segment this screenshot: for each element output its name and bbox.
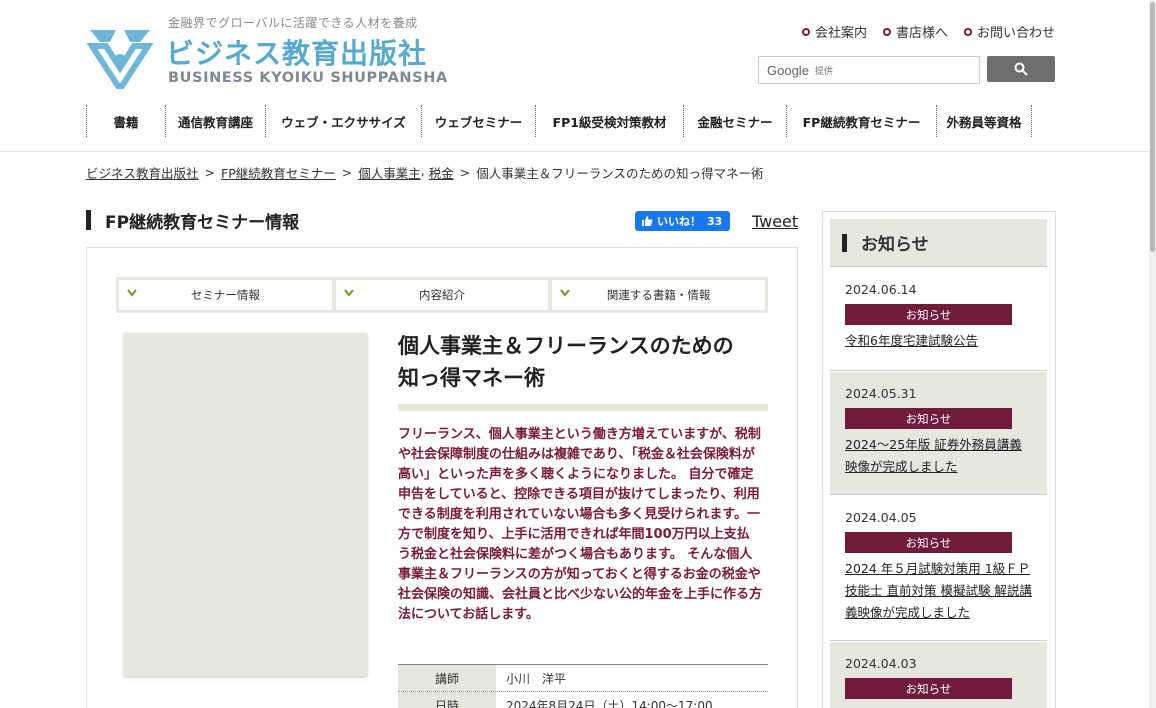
search-icon — [1014, 62, 1028, 76]
list-item: 2024.04.05 お知らせ 2024 年５月試験対策用 1級ＦＰ技能士 直前… — [830, 496, 1047, 641]
scrollbar-thumb[interactable] — [1150, 2, 1155, 252]
tab-related[interactable]: 関連する書籍・情報 — [552, 280, 766, 310]
sidebar-heading: お知らせ — [830, 219, 1047, 267]
tab-seminar-info[interactable]: セミナー情報 — [119, 280, 332, 310]
nav-item-fp-seminar[interactable]: FP継続教育セミナー — [786, 105, 936, 137]
tab-contents[interactable]: 内容紹介 — [335, 280, 549, 310]
top-links: 会社案内 書店様へ お問い合わせ — [801, 22, 1055, 41]
search-input[interactable]: Google 提供 — [758, 56, 980, 84]
search-button[interactable] — [987, 56, 1055, 82]
bookstore-link-label: 書店様へ — [895, 26, 948, 41]
company-link-label: 会社案内 — [814, 26, 867, 41]
news-date: 2024.06.14 — [845, 282, 917, 297]
breadcrumb-separator: > — [459, 165, 471, 180]
seminar-tabs: セミナー情報 内容紹介 関連する書籍・情報 — [116, 277, 768, 313]
list-item: 2024.06.14 お知らせ 令和6年度宅建試験公告 — [830, 268, 1047, 371]
tweet-link[interactable]: Tweet — [752, 212, 798, 231]
list-item: 2024.04.03 お知らせ — [830, 642, 1047, 708]
info-value: 小川 洋平 — [506, 671, 567, 686]
logo-icon[interactable] — [86, 24, 154, 92]
breadcrumb-tax[interactable]: 税金 — [429, 163, 454, 182]
chevron-down-icon — [343, 289, 354, 297]
heading-bar — [842, 233, 847, 252]
brand-name-en[interactable]: BUSINESS KYOIKU SHUPPANSHA — [168, 70, 448, 86]
news-badge: お知らせ — [845, 408, 1012, 429]
breadcrumb-fp-seminar[interactable]: FP継続教育セミナー — [221, 163, 336, 182]
nav-item-finance-seminar[interactable]: 金融セミナー — [683, 105, 786, 137]
bullet-icon — [801, 27, 810, 36]
google-label: Google — [767, 62, 809, 78]
news-link[interactable]: 令和6年度宅建試験公告 — [845, 330, 1032, 352]
news-badge: お知らせ — [845, 678, 1012, 699]
list-item: 2024.05.31 お知らせ 2024～25年版 証券外務員講義映像が完成しま… — [830, 372, 1047, 495]
info-key: 講師 — [398, 665, 496, 691]
facebook-like-button[interactable]: いいね！ 33 — [635, 211, 730, 231]
breadcrumb-comma: , — [420, 163, 425, 178]
provided-label: 提供 — [814, 66, 833, 77]
tagline: 金融界でグローバルに活躍できる人材を養成 — [168, 16, 418, 30]
seminar-description: フリーランス、個人事業主という働き方増えていますが、税制や社会保障制度の仕組みは… — [398, 427, 763, 622]
seminar-image-placeholder — [124, 333, 367, 676]
nav-item-license[interactable]: 外務員等資格 — [936, 105, 1032, 137]
news-date: 2024.04.03 — [845, 656, 917, 671]
section-heading: FP継続教育セミナー情報 — [86, 208, 300, 233]
site-header: 金融界でグローバルに活躍できる人材を養成 ビジネス教育出版社 BUSINESS … — [0, 0, 1156, 152]
section-title: FP継続教育セミナー情報 — [105, 212, 300, 233]
company-link[interactable]: 会社案内 — [801, 22, 867, 41]
breadcrumb-separator: > — [341, 165, 353, 180]
seminar-title: 個人事業主＆フリーランスのための 知っ得マネー術 — [398, 330, 768, 394]
nav-item-correspondence[interactable]: 通信教育講座 — [165, 105, 265, 137]
like-label: いいね！ — [657, 215, 701, 228]
news-date: 2024.04.05 — [845, 510, 917, 525]
chevron-down-icon — [127, 289, 137, 297]
seminar-title-line2: 知っ得マネー術 — [398, 366, 545, 390]
breadcrumb-separator: > — [204, 165, 215, 180]
page-scrollbar[interactable] — [1149, 0, 1156, 708]
main-nav: 書籍 通信教育講座 ウェブ・エクササイズ ウェブセミナー FP1級受検対策教材 … — [86, 105, 1056, 137]
bullet-icon — [963, 27, 972, 36]
contact-link-label: お問い合わせ — [976, 26, 1055, 41]
breadcrumb-home[interactable]: ビジネス教育出版社 — [86, 163, 199, 182]
brand-name-jp[interactable]: ビジネス教育出版社 — [166, 32, 427, 72]
bookstore-link[interactable]: 書店様へ — [882, 22, 948, 41]
nav-item-books[interactable]: 書籍 — [86, 105, 165, 137]
news-date: 2024.05.31 — [845, 386, 917, 401]
seminar-info-table: 講師 小川 洋平 日時 2024年8月24日（土）14:00～17:00 — [398, 664, 768, 708]
like-count: 33 — [707, 214, 723, 228]
breadcrumb: ビジネス教育出版社 > FP継続教育セミナー > 個人事業主, 税金 > 個人事… — [86, 163, 763, 182]
title-divider — [398, 404, 768, 411]
sidebar-title: お知らせ — [861, 235, 929, 255]
nav-item-web-seminar[interactable]: ウェブセミナー — [421, 105, 535, 137]
table-row: 日時 2024年8月24日（土）14:00～17:00 — [398, 692, 768, 708]
info-value: 2024年8月24日（土）14:00～17:00 — [506, 698, 713, 708]
seminar-title-line1: 個人事業主＆フリーランスのための — [398, 334, 734, 358]
tab-label: 関連する書籍・情報 — [606, 288, 711, 302]
thumbs-up-icon — [642, 216, 653, 226]
news-link[interactable]: 2024 年５月試験対策用 1級ＦＰ技能士 直前対策 模擬試験 解説講義映像が完… — [845, 558, 1032, 624]
chevron-down-icon — [560, 289, 571, 297]
table-row: 講師 小川 洋平 — [398, 665, 768, 692]
breadcrumb-sole-proprietor[interactable]: 個人事業主 — [358, 163, 421, 182]
news-link[interactable]: 2024～25年版 証券外務員講義映像が完成しました — [845, 434, 1032, 478]
breadcrumb-current: 個人事業主＆フリーランスのための知っ得マネー術 — [476, 166, 764, 181]
news-badge: お知らせ — [845, 532, 1012, 553]
news-badge: お知らせ — [845, 304, 1012, 325]
tab-label: 内容紹介 — [419, 288, 465, 302]
nav-item-fp1-materials[interactable]: FP1級受検対策教材 — [535, 105, 683, 137]
info-key: 日時 — [398, 692, 496, 708]
heading-bar — [86, 210, 91, 230]
nav-item-web-exercise[interactable]: ウェブ・エクササイズ — [265, 105, 421, 137]
contact-link[interactable]: お問い合わせ — [963, 22, 1055, 41]
tab-label: セミナー情報 — [190, 288, 260, 302]
bullet-icon — [882, 27, 891, 36]
